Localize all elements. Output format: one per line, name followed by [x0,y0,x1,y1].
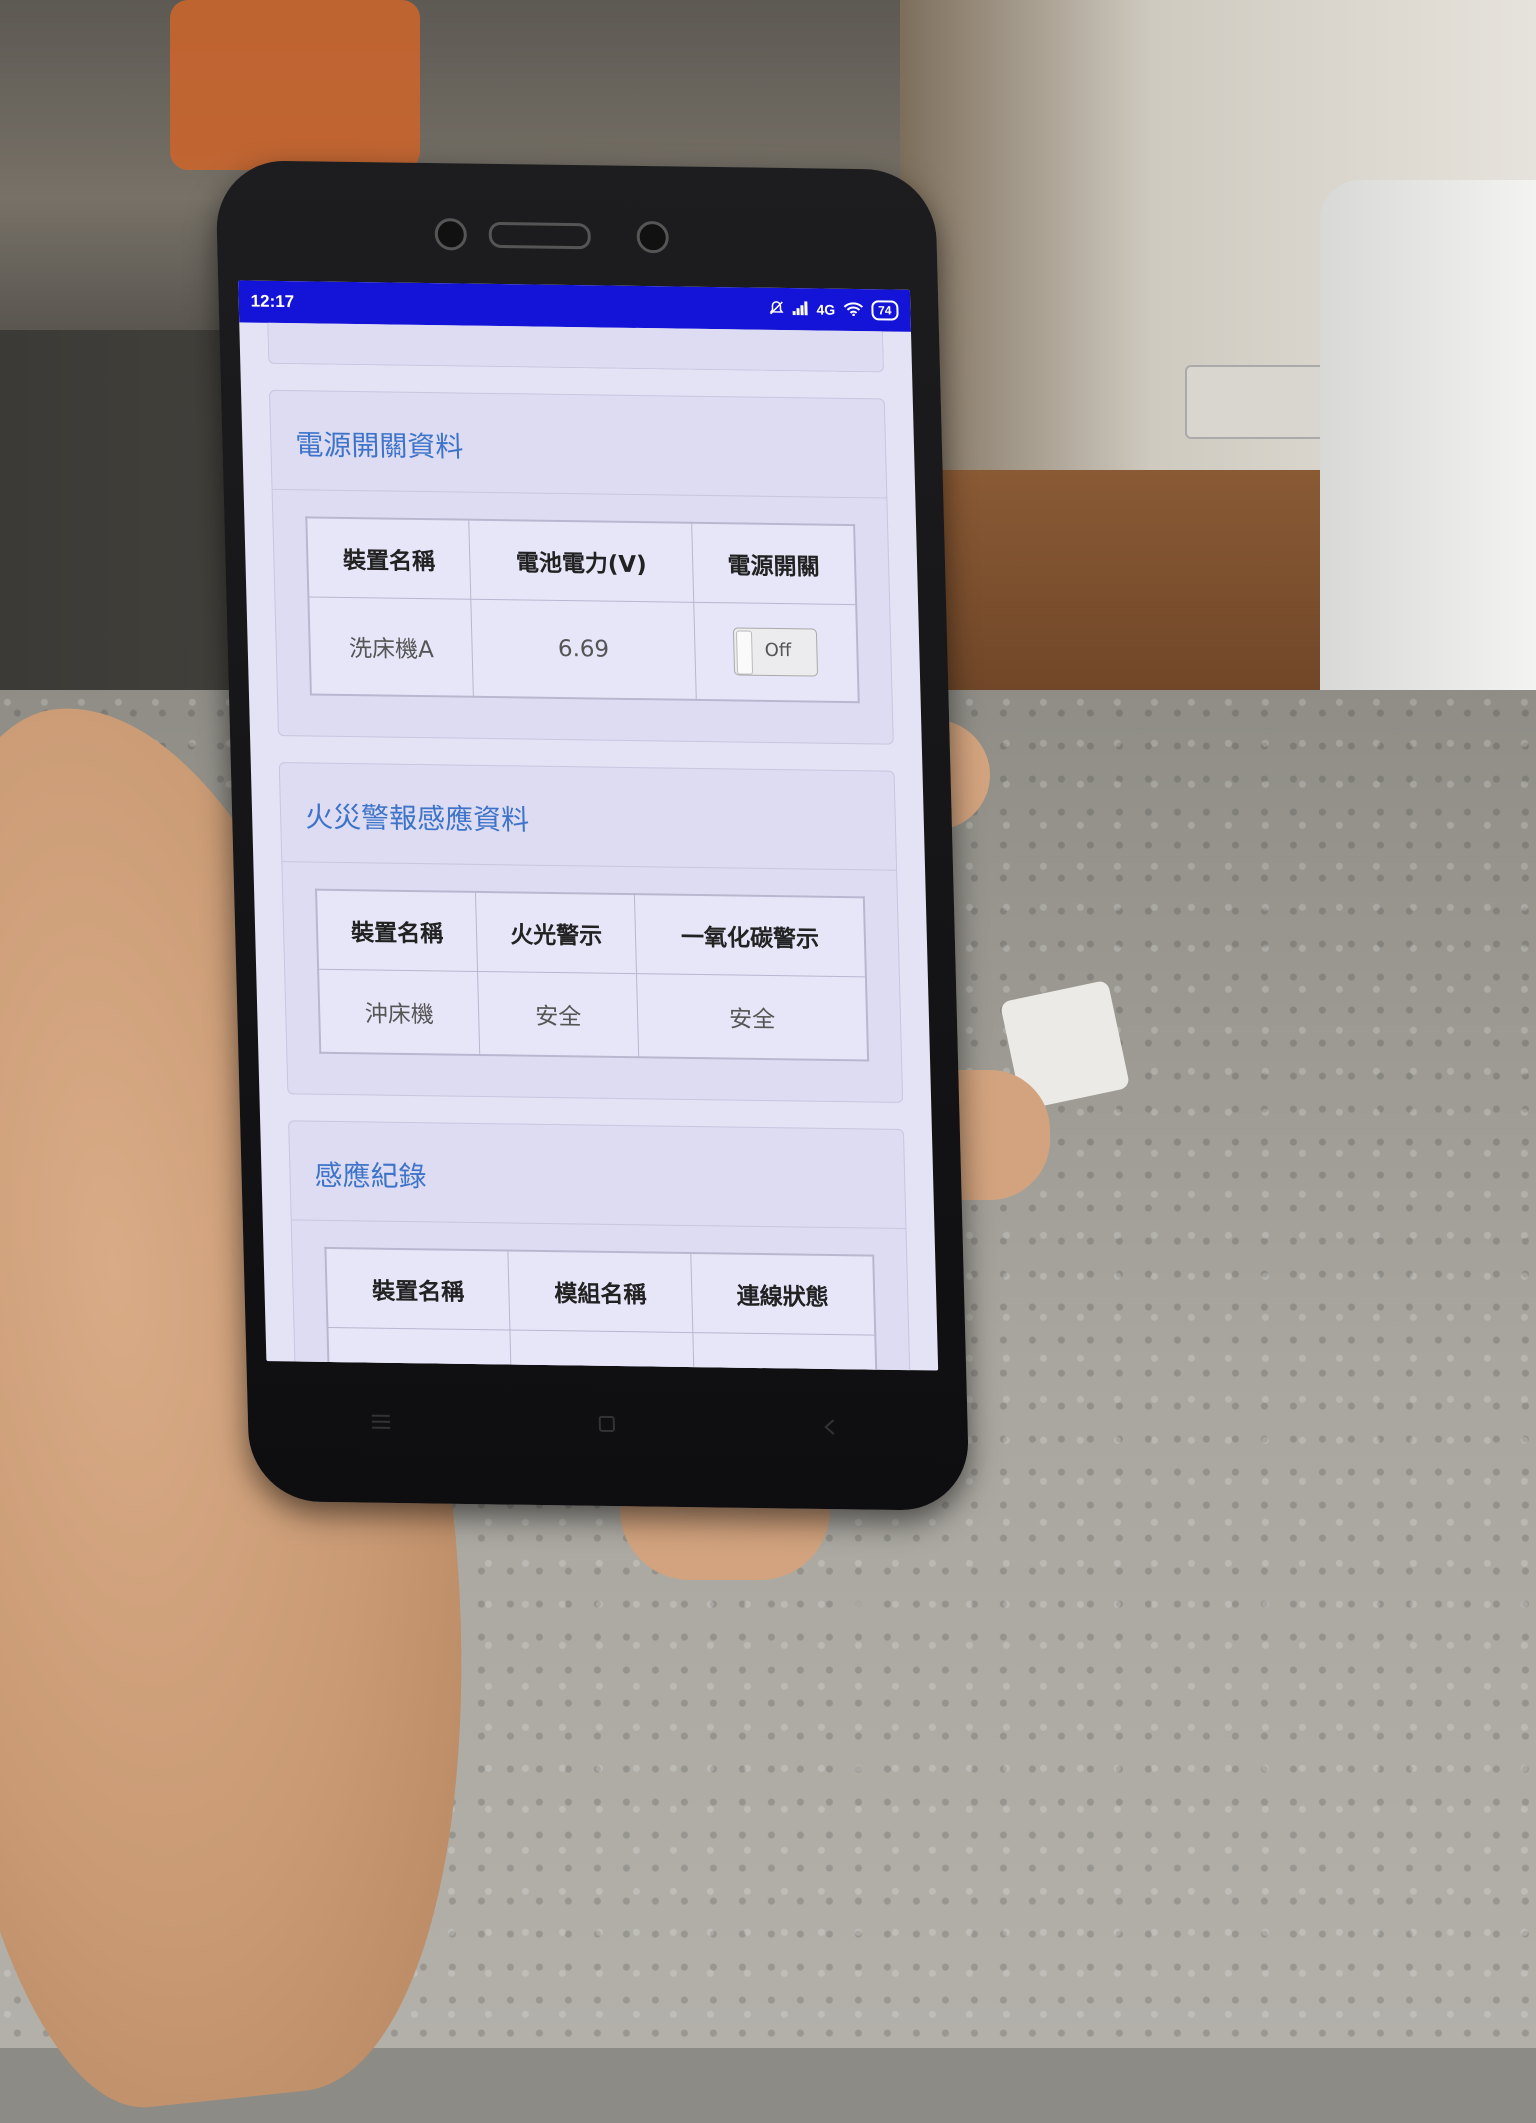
status-icons: 4G 74 [768,299,899,321]
table-row: 沖床機 安全 安全 [318,969,869,1061]
table-header-row: 裝置名稱 模組名稱 連線狀態 [325,1247,876,1336]
signal-icon [792,300,808,318]
header-device-name: 裝置名稱 [316,889,478,972]
table-header-row: 裝置名稱 火光警示 一氧化碳警示 [316,889,866,977]
toggle-label: Off [764,639,792,662]
card-title: 火災警報感應資料 [279,763,897,871]
cell-empty [510,1330,694,1371]
header-module-name: 模組名稱 [508,1250,693,1333]
cell-power-switch: Off [693,602,859,703]
network-type: 4G [816,301,836,318]
app-content[interactable]: 電源開關資料 裝置名稱 電池電力(V) 電源開關 洗床機A 6.69 Off 火… [239,322,938,1371]
sensor-log-table: 裝置名稱 模組名稱 連線狀態 [324,1246,878,1371]
toggle-knob [736,630,754,675]
header-co-alert: 一氧化碳警示 [634,894,866,977]
cell-empty [692,1332,877,1371]
cell-flame-alert: 安全 [477,971,639,1058]
back-icon[interactable] [822,1417,837,1441]
header-flame-alert: 火光警示 [475,891,637,974]
cell-battery-voltage: 6.69 [471,599,696,700]
card-body: 裝置名稱 電池電力(V) 電源開關 洗床機A 6.69 Off [273,490,893,744]
battery-icon: 74 [870,300,899,321]
android-nav-bar [267,1371,941,1480]
muted-bell-icon [768,299,784,318]
cell-co-alert: 安全 [636,973,869,1061]
front-camera-icon [636,220,670,254]
card-title: 電源開關資料 [270,390,887,499]
sensor-icon [434,218,468,251]
power-switch-table: 裝置名稱 電池電力(V) 電源開關 洗床機A 6.69 Off [305,516,860,704]
table-row: 洗床機A 6.69 Off [308,596,859,703]
status-time: 12:17 [250,291,295,312]
power-toggle[interactable]: Off [733,627,819,677]
previous-card-bottom [267,322,885,373]
card-title: 感應紀錄 [289,1121,906,1230]
phone-screen: 12:17 4G 74 電源開關資料 裝置名稱 電池電力(V) 電源開關 洗床機… [238,280,939,1371]
table-header-row: 裝置名稱 電池電力(V) 電源開關 [306,517,857,605]
cell-device-name: 洗床機A [308,596,474,697]
phone-wrapper: 12:17 4G 74 電源開關資料 裝置名稱 電池電力(V) 電源開關 洗床機… [215,160,1406,1777]
sensor-log-card: 感應紀錄 裝置名稱 模組名稱 連線狀態 [288,1120,912,1371]
header-device-name: 裝置名稱 [325,1247,511,1331]
wifi-icon [843,301,863,318]
earpiece-speaker [488,221,592,250]
home-icon[interactable] [598,1414,617,1438]
phone-body: 12:17 4G 74 電源開關資料 裝置名稱 電池電力(V) 電源開關 洗床機… [215,160,970,1512]
card-body: 裝置名稱 模組名稱 連線狀態 [292,1220,911,1371]
header-power-switch: 電源開關 [691,522,857,605]
background-orange-vise [170,0,420,170]
header-connection-status: 連線狀態 [690,1253,876,1336]
cell-device-name: 沖床機 [318,969,480,1056]
cell-empty [327,1327,512,1371]
fire-alarm-card: 火災警報感應資料 裝置名稱 火光警示 一氧化碳警示 沖床機 安全 安全 [278,762,904,1103]
power-switch-card: 電源開關資料 裝置名稱 電池電力(V) 電源開關 洗床機A 6.69 Off [268,389,894,745]
table-row [327,1327,877,1371]
fire-alarm-table: 裝置名稱 火光警示 一氧化碳警示 沖床機 安全 安全 [315,888,870,1062]
header-device-name: 裝置名稱 [306,517,472,600]
menu-icon[interactable] [371,1411,392,1435]
header-battery-voltage: 電池電力(V) [469,519,694,603]
card-body: 裝置名稱 火光警示 一氧化碳警示 沖床機 安全 安全 [282,862,902,1102]
